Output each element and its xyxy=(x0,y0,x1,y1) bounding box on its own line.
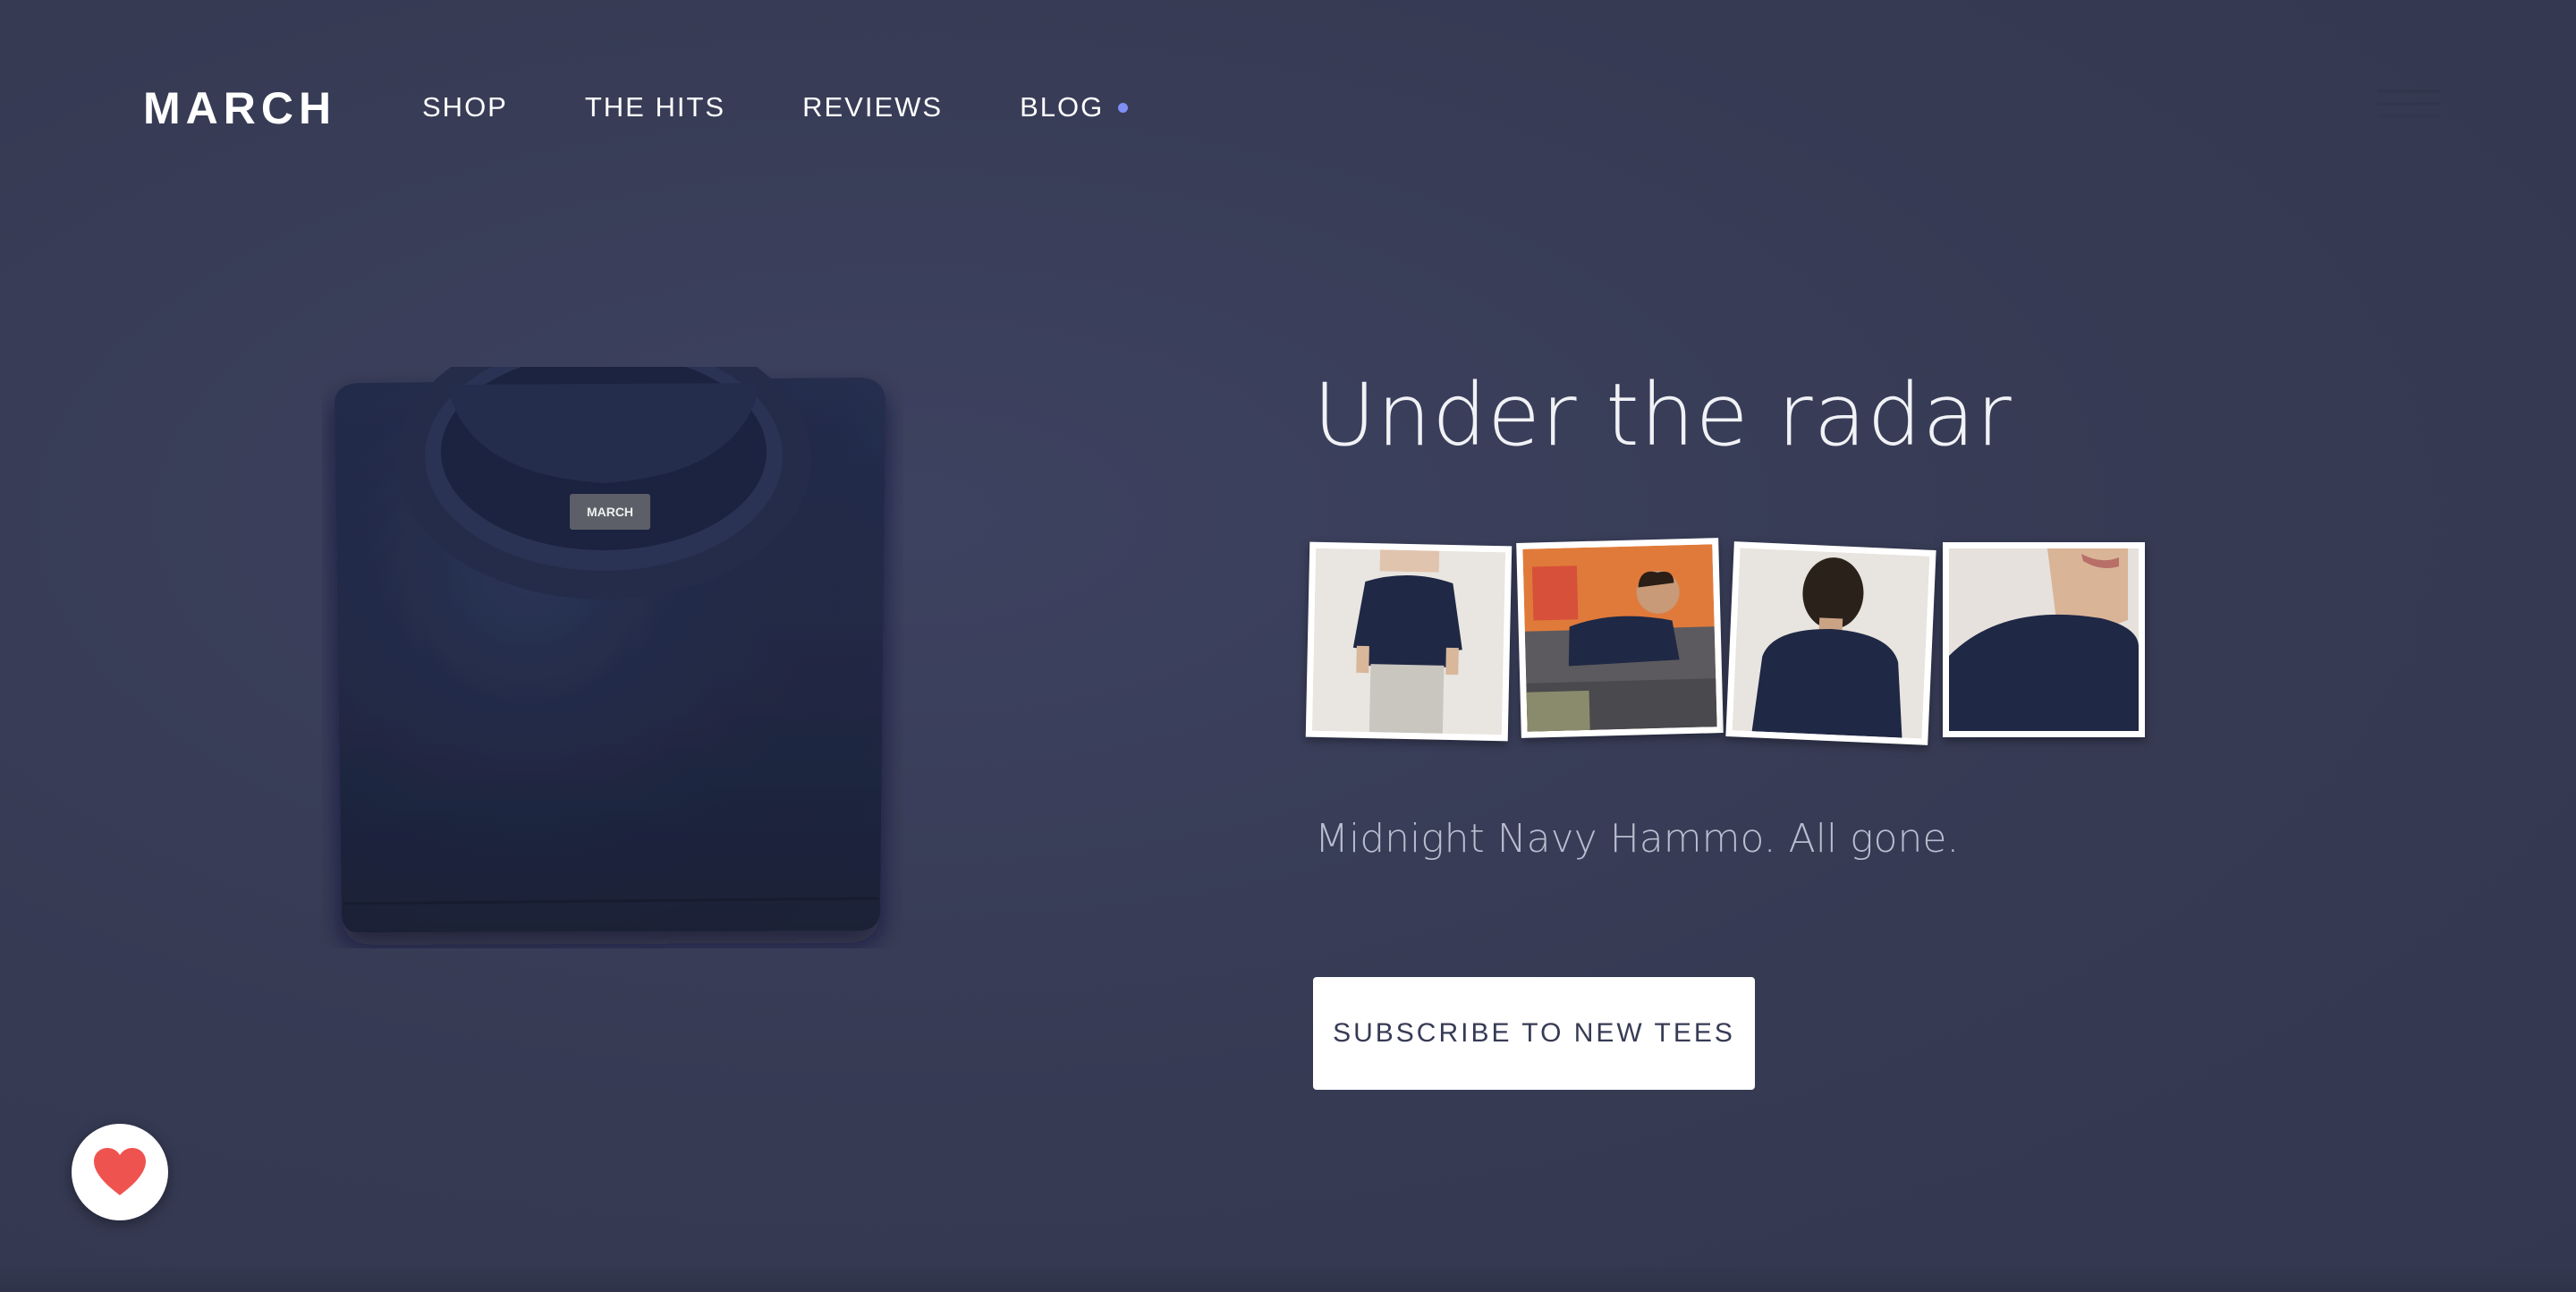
nav-item-label: REVIEWS xyxy=(802,91,944,123)
heart-icon xyxy=(94,1148,146,1195)
nav-item-reviews[interactable]: REVIEWS xyxy=(802,91,943,123)
nav-item-the-hits[interactable]: THE HITS xyxy=(585,91,725,123)
model-back-photo xyxy=(1732,548,1930,739)
thumbnail-model-back[interactable] xyxy=(1725,541,1936,745)
product-image: MARCH xyxy=(322,322,903,948)
bottom-edge xyxy=(0,1267,2576,1292)
brand-logo[interactable]: MARCH xyxy=(143,82,336,134)
nav-item-label: THE HITS xyxy=(584,91,726,123)
model-front-photo xyxy=(1311,548,1506,735)
nav-item-label: SHOP xyxy=(422,91,508,123)
nav-item-label: BLOG xyxy=(1020,91,1105,123)
menu-icon[interactable] xyxy=(2377,89,2440,122)
thumbnail-model-front[interactable] xyxy=(1305,541,1513,742)
nav-item-blog[interactable]: BLOG xyxy=(1020,91,1129,123)
hero-headline: Under the radar xyxy=(1313,365,2012,465)
thumbnail-gallery xyxy=(1305,538,2148,746)
nav-item-shop[interactable]: SHOP xyxy=(422,91,508,123)
model-shoulder-photo xyxy=(1949,548,2139,731)
main-nav: SHOP THE HITS REVIEWS BLOG xyxy=(422,91,1205,123)
new-indicator-dot xyxy=(1118,102,1129,113)
subscribe-button[interactable]: SUBSCRIBE TO NEW TEES xyxy=(1313,977,1755,1090)
shirt-tag-label: MARCH xyxy=(587,505,633,519)
thumbnail-model-couch[interactable] xyxy=(1516,538,1724,738)
thumbnail-model-shoulder[interactable] xyxy=(1943,542,2145,737)
hero-subline: Midnight Navy Hammo. All gone. xyxy=(1315,816,1960,862)
favorite-button[interactable] xyxy=(72,1124,168,1220)
model-couch-photo xyxy=(1522,544,1717,732)
